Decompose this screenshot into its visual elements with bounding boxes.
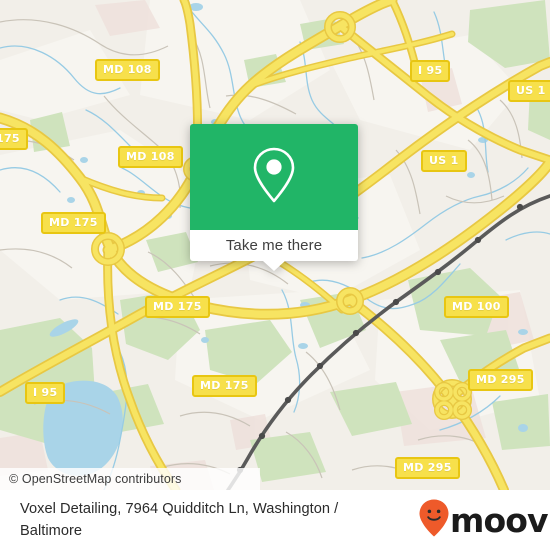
road-shield: MD 175 bbox=[192, 375, 257, 397]
road-shield: MD 100 bbox=[444, 296, 509, 318]
osm-attribution-text: © OpenStreetMap contributors bbox=[9, 472, 182, 486]
moovit-smiley-pin-icon bbox=[419, 499, 449, 542]
road-shield: 175 bbox=[0, 128, 28, 150]
road-shield: MD 295 bbox=[395, 457, 460, 479]
osm-attribution[interactable]: © OpenStreetMap contributors bbox=[0, 468, 260, 490]
callout-action-bar[interactable]: Take me there bbox=[190, 230, 358, 271]
road-shield: MD 108 bbox=[95, 59, 160, 81]
place-address-text: Voxel Detailing, 7964 Quidditch Ln, Wash… bbox=[20, 501, 339, 539]
road-shield: I 95 bbox=[25, 382, 66, 404]
road-shield: US 1 bbox=[508, 80, 550, 102]
location-pin-icon bbox=[249, 145, 299, 210]
road-shield: US 1 bbox=[421, 150, 467, 172]
map-screenshot-root: MD 108 MD 108 175 MD 175 MD 175 MD 175 I… bbox=[0, 0, 550, 550]
map-canvas[interactable]: MD 108 MD 108 175 MD 175 MD 175 MD 175 I… bbox=[0, 0, 550, 490]
take-me-there-callout[interactable]: Take me there bbox=[190, 124, 358, 271]
callout-icon-panel bbox=[190, 124, 358, 230]
road-shield: MD 175 bbox=[41, 212, 106, 234]
road-shield: MD 108 bbox=[118, 146, 183, 168]
callout-pointer bbox=[263, 261, 285, 271]
take-me-there-label: Take me there bbox=[225, 237, 323, 254]
road-shield: MD 295 bbox=[468, 369, 533, 391]
moovit-logo[interactable]: moovit bbox=[419, 499, 550, 542]
road-shield: MD 175 bbox=[145, 296, 210, 318]
moovit-wordmark: moovit bbox=[450, 501, 550, 540]
road-shield: I 95 bbox=[410, 60, 451, 82]
